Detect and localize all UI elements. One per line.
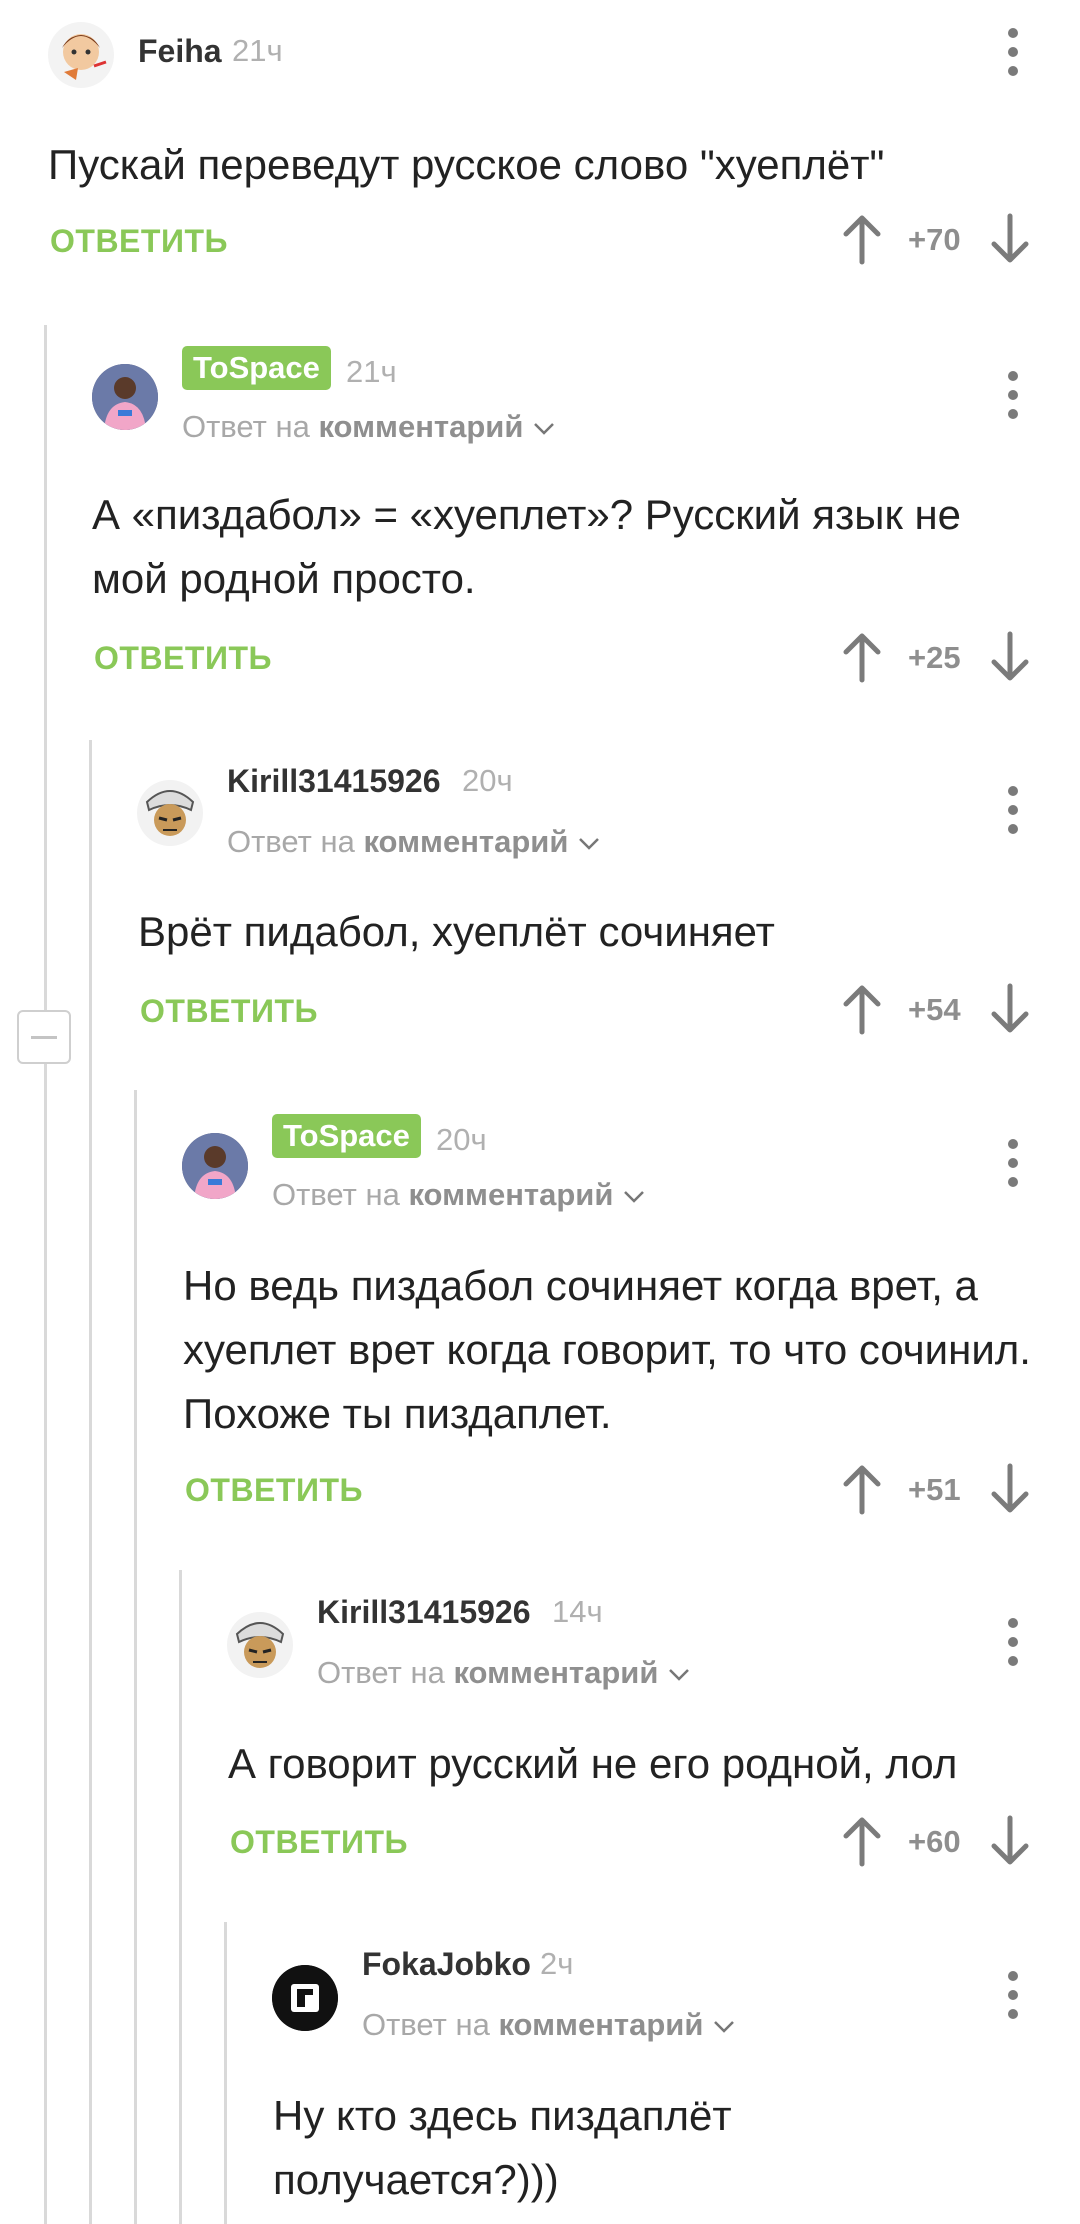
- arrow-up-icon[interactable]: [840, 212, 884, 266]
- thread-line-level-5: [224, 1922, 227, 2224]
- more-vertical-icon[interactable]: [1001, 780, 1025, 840]
- arrow-up-icon[interactable]: [840, 1462, 884, 1516]
- comment-text: Пускай переведут русское слово "хуеплёт": [48, 141, 885, 188]
- comment-text: А «пиздабол» = «хуеплет»? Русский язык н…: [92, 491, 962, 602]
- thread-line-level-3: [134, 1090, 137, 2224]
- chevron-down-icon[interactable]: [533, 422, 555, 436]
- username[interactable]: ToSpace: [272, 1114, 421, 1158]
- reply-to[interactable]: Ответ на комментарий: [182, 409, 555, 445]
- reply-to[interactable]: Ответ на комментарий: [317, 1655, 690, 1691]
- comment-text: Врёт пидабол, хуеплёт сочиняет: [138, 908, 775, 955]
- chevron-down-icon[interactable]: [623, 1190, 645, 1204]
- reply-to-link[interactable]: комментарий: [453, 1655, 658, 1690]
- reply-to-link[interactable]: комментарий: [318, 409, 523, 444]
- score: +51: [908, 1472, 961, 1507]
- arrow-down-icon[interactable]: [988, 212, 1032, 266]
- reply-button[interactable]: ОТВЕТИТЬ: [230, 1824, 408, 1861]
- arrow-down-icon[interactable]: [988, 1462, 1032, 1516]
- thread-line-level-1: [44, 325, 47, 2224]
- collapse-thread-button[interactable]: [17, 1010, 71, 1064]
- timestamp: 2ч: [540, 1946, 574, 1981]
- score: +54: [908, 992, 961, 1027]
- timestamp: 14ч: [552, 1594, 603, 1629]
- reply-to-link[interactable]: комментарий: [408, 1177, 613, 1212]
- avatar[interactable]: [137, 780, 203, 846]
- avatar[interactable]: [92, 364, 158, 430]
- arrow-down-icon[interactable]: [988, 982, 1032, 1036]
- reply-to[interactable]: Ответ на комментарий: [227, 824, 600, 860]
- reply-to-link[interactable]: комментарий: [498, 2007, 703, 2042]
- reply-to[interactable]: Ответ на комментарий: [362, 2007, 735, 2043]
- avatar[interactable]: [227, 1612, 293, 1678]
- more-vertical-icon[interactable]: [1001, 365, 1025, 425]
- reply-button[interactable]: ОТВЕТИТЬ: [94, 640, 272, 677]
- arrow-up-icon[interactable]: [840, 630, 884, 684]
- more-vertical-icon[interactable]: [1001, 22, 1025, 82]
- comment-text: А говорит русский не его родной, лол: [228, 1740, 958, 1787]
- chevron-down-icon[interactable]: [713, 2020, 735, 2034]
- timestamp: 21ч: [346, 354, 397, 389]
- username[interactable]: FokaJobko: [362, 1946, 531, 1983]
- reply-to[interactable]: Ответ на комментарий: [272, 1177, 645, 1213]
- comment-text: Но ведь пиздабол сочиняет когда врет, а …: [183, 1262, 1031, 1437]
- reply-button[interactable]: ОТВЕТИТЬ: [50, 223, 228, 260]
- avatar[interactable]: [272, 1965, 338, 2031]
- score: +25: [908, 640, 961, 675]
- avatar[interactable]: [182, 1133, 248, 1199]
- arrow-up-icon[interactable]: [840, 982, 884, 1036]
- timestamp: 21ч: [232, 33, 283, 68]
- avatar[interactable]: [48, 22, 114, 88]
- username[interactable]: Kirill31415926: [227, 763, 441, 800]
- chevron-down-icon[interactable]: [668, 1668, 690, 1682]
- arrow-down-icon[interactable]: [988, 630, 1032, 684]
- thread-line-level-2: [89, 740, 92, 2224]
- username[interactable]: Feiha: [138, 33, 222, 70]
- more-vertical-icon[interactable]: [1001, 1133, 1025, 1193]
- chevron-down-icon[interactable]: [578, 837, 600, 851]
- timestamp: 20ч: [462, 763, 513, 798]
- reply-to-link[interactable]: комментарий: [363, 824, 568, 859]
- reply-button[interactable]: ОТВЕТИТЬ: [140, 993, 318, 1030]
- username[interactable]: Kirill31415926: [317, 1594, 531, 1631]
- arrow-down-icon[interactable]: [988, 1814, 1032, 1868]
- score: +70: [908, 222, 961, 257]
- more-vertical-icon[interactable]: [1001, 1612, 1025, 1672]
- timestamp: 20ч: [436, 1122, 487, 1157]
- more-vertical-icon[interactable]: [1001, 1965, 1025, 2025]
- thread-line-level-4: [179, 1570, 182, 2224]
- arrow-up-icon[interactable]: [840, 1814, 884, 1868]
- comment-text: Ну кто здесь пиздаплёт получается?))): [273, 2092, 732, 2203]
- reply-button[interactable]: ОТВЕТИТЬ: [185, 1472, 363, 1509]
- username[interactable]: ToSpace: [182, 346, 331, 390]
- collapse-thread-icon: [31, 1036, 57, 1039]
- score: +60: [908, 1824, 961, 1859]
